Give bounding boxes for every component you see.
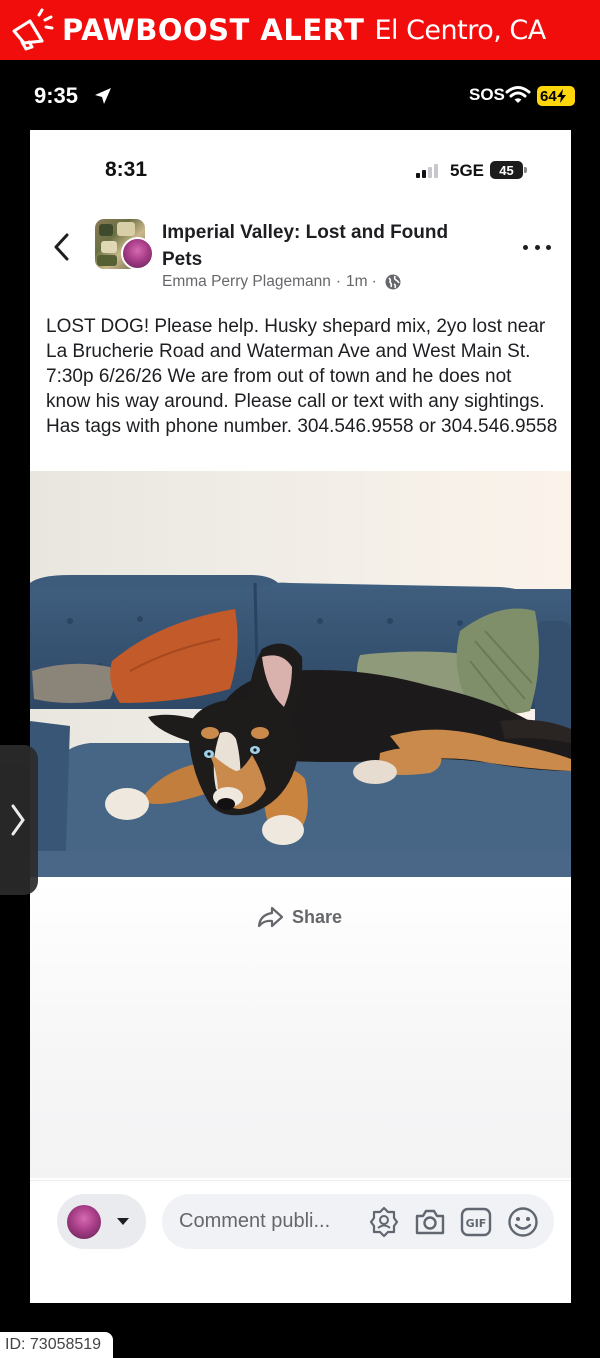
- alert-brand: PAWBOOST ALERT: [62, 13, 365, 47]
- listing-id-tag: ID: 73058519: [0, 1332, 113, 1358]
- share-label: Share: [292, 906, 343, 927]
- camera-icon[interactable]: [414, 1208, 446, 1236]
- battery-indicator: 64: [537, 86, 575, 106]
- side-drawer-handle[interactable]: [0, 745, 38, 895]
- meta-separator: ·: [335, 273, 342, 290]
- meta-separator-2: ·: [371, 273, 377, 290]
- inner-battery: 45: [490, 161, 523, 179]
- author-name[interactable]: Emma Perry Plagemann: [162, 273, 331, 291]
- comment-composer: Comment publi... GIF: [30, 1180, 571, 1303]
- more-dot: [546, 244, 551, 250]
- commenter-avatar: [67, 1205, 101, 1239]
- inner-battery-tip: [524, 167, 527, 173]
- svg-text:GIF: GIF: [466, 1217, 487, 1230]
- post-meta: Emma Perry Plagemann · 1m ·: [162, 273, 401, 291]
- post-photo[interactable]: [30, 471, 571, 877]
- inner-battery-level: 45: [499, 162, 514, 178]
- more-dot: [534, 244, 540, 250]
- gif-icon[interactable]: GIF: [460, 1207, 492, 1237]
- charging-bolt-icon: [556, 89, 566, 103]
- share-button[interactable]: Share: [256, 905, 342, 929]
- battery-level: 64: [540, 87, 557, 105]
- globe-icon: [385, 274, 401, 290]
- avatar-sticker-icon[interactable]: [369, 1206, 399, 1238]
- share-arrow-icon: [257, 906, 284, 928]
- comment-as-selector[interactable]: [57, 1194, 146, 1249]
- post-body-text: LOST DOG! Please help. Husky shepard mix…: [46, 316, 558, 437]
- inner-status-time: 8:31: [105, 158, 148, 181]
- group-avatar[interactable]: [95, 219, 154, 270]
- outer-status-bar: 9:35 SOS 64: [0, 60, 600, 130]
- wifi-icon: [505, 86, 531, 103]
- emoji-icon[interactable]: [507, 1206, 539, 1238]
- megaphone-icon: [12, 8, 54, 51]
- comment-placeholder: Comment publi...: [179, 1210, 331, 1232]
- outer-status-time: 9:35: [34, 83, 79, 108]
- comment-input[interactable]: Comment publi... GIF: [162, 1194, 554, 1249]
- more-options-button[interactable]: [523, 240, 551, 254]
- group-name[interactable]: Imperial Valley: Lost and Found Pets: [162, 219, 492, 273]
- alert-location: El Centro, CA: [374, 14, 546, 46]
- back-chevron-icon[interactable]: [52, 232, 70, 262]
- post-screenshot: 8:31 5GE 45 Imperial Valley: Lost and Fo…: [30, 130, 571, 1303]
- chevron-right-icon: [11, 804, 25, 836]
- network-type: 5GE: [450, 161, 485, 180]
- cellular-signal-icon: [416, 164, 438, 178]
- author-avatar: [121, 237, 154, 270]
- alert-banner: PAWBOOST ALERT El Centro, CA: [0, 0, 600, 60]
- more-dot: [523, 244, 528, 250]
- caret-down-icon: [117, 1218, 129, 1225]
- sos-indicator: SOS: [469, 85, 505, 104]
- location-arrow-icon: [95, 88, 111, 104]
- post-time: 1m: [346, 273, 368, 290]
